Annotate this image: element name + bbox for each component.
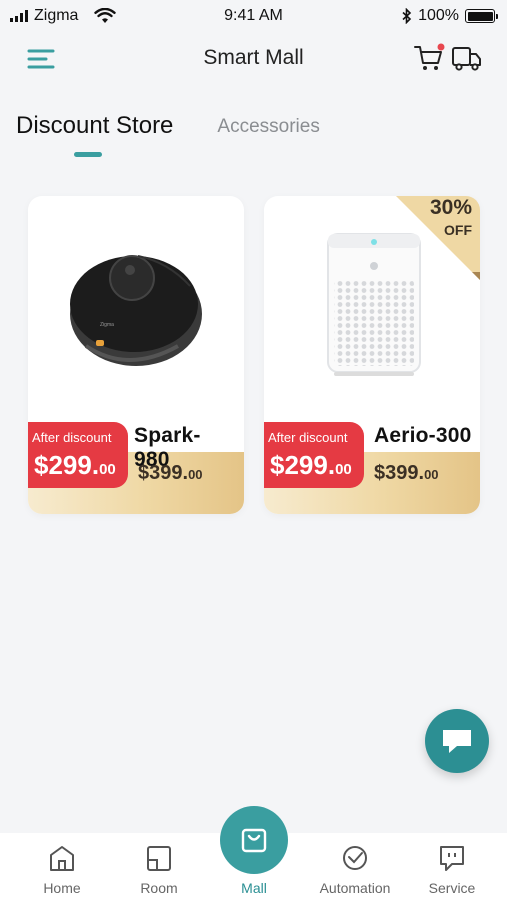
top-navigation-bar: Smart Mall <box>0 32 507 86</box>
svg-text:Zigma: Zigma <box>100 322 114 328</box>
active-tab-indicator <box>74 152 102 157</box>
product-name: Aerio-300 <box>374 424 472 447</box>
clock-icon <box>343 846 367 870</box>
category-tabs: Discount Store Accessories <box>16 112 320 140</box>
robot-vacuum-icon: Zigma <box>70 255 202 366</box>
tab-discount-store[interactable]: Discount Store <box>16 112 173 140</box>
original-price: $399.00 <box>138 462 203 484</box>
home-icon <box>50 846 74 871</box>
delivery-button[interactable] <box>451 43 483 73</box>
discount-badge: After discount $299.00 <box>264 422 364 488</box>
discount-percent: 30% <box>429 196 472 219</box>
cart-button[interactable] <box>413 43 445 73</box>
tab-service[interactable]: Service <box>407 833 497 900</box>
discount-price: $299.00 <box>34 450 116 480</box>
cart-badge <box>437 43 445 51</box>
tab-accessories[interactable]: Accessories <box>217 116 319 140</box>
tab-home-label: Home <box>43 880 81 896</box>
tab-room[interactable]: Room <box>114 833 204 900</box>
delivery-truck-icon <box>452 47 481 71</box>
battery-icon <box>465 9 498 23</box>
tab-room-label: Room <box>140 880 178 896</box>
discount-price: $299.00 <box>270 450 352 480</box>
room-icon <box>147 846 171 871</box>
shopping-bag-icon <box>241 828 267 853</box>
tab-automation[interactable]: Automation <box>310 833 400 900</box>
tab-service-label: Service <box>428 880 476 896</box>
product-card-aerio-300[interactable]: 30% OFF After discount $299.00 Aerio-300… <box>264 196 480 514</box>
badge-label: After discount <box>32 430 112 445</box>
original-price: $399.00 <box>374 462 439 484</box>
tab-mall-label: Mall <box>241 880 267 896</box>
status-time: 9:41 AM <box>224 7 283 24</box>
discount-badge: After discount $299.00 <box>28 422 128 488</box>
status-bar: Zigma 9:41 AM 100% <box>0 0 507 32</box>
discount-corner-ribbon: 30% OFF <box>396 196 480 280</box>
cart-icon <box>414 43 445 70</box>
discount-off-label: OFF <box>444 222 472 238</box>
badge-label: After discount <box>268 430 348 445</box>
tab-home[interactable]: Home <box>17 833 107 900</box>
service-chat-icon <box>440 846 464 871</box>
chat-fab-button[interactable] <box>425 709 489 773</box>
chat-icon <box>443 730 471 753</box>
product-card-spark-980[interactable]: Zigma After discount $299.00 Spark-980 $… <box>28 196 244 514</box>
tab-automation-label: Automation <box>319 880 391 896</box>
tab-mall[interactable] <box>220 806 288 874</box>
